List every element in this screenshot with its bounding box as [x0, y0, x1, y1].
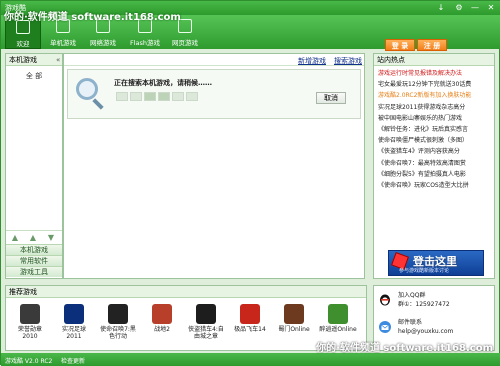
download-icon[interactable]: ↓	[435, 2, 447, 13]
progress-block	[116, 92, 128, 101]
game-item[interactable]: 侠盗猎车4:自由城之章	[186, 304, 226, 340]
game-item[interactable]: 醉逍遥Online	[318, 304, 358, 333]
news-item[interactable]: 使命召唤僵尸模式很刺激（多图）	[378, 135, 494, 146]
news-item[interactable]: 游戏酷2.0RC2新版有加入换肤功能	[378, 90, 494, 101]
cancel-button[interactable]: 取消	[316, 92, 346, 104]
news-item[interactable]: 《侠盗猎车4》评测内容获高分	[378, 146, 494, 157]
register-button[interactable]: 注 册	[417, 39, 447, 51]
category-all[interactable]: 全 部	[6, 71, 62, 81]
panel-title: 本机游戏	[9, 56, 37, 64]
news-item[interactable]: 实况足球2011获得游戏杂志高分	[378, 102, 494, 113]
game-icon	[328, 304, 348, 324]
news-item[interactable]: 游戏运行时常见报错及解决办法	[378, 68, 494, 79]
magnifier-handle	[92, 98, 104, 110]
news-list: 游戏运行时常见报错及解决办法 宅女最爱玩12分钟下完就送30话费 游戏酷2.0R…	[374, 66, 494, 191]
news-item[interactable]: 被中国电影山寨娱乐的热门游戏	[378, 113, 494, 124]
game-item[interactable]: 荣誉勋章 2010	[10, 304, 50, 340]
progress-block	[172, 92, 184, 101]
qq-group-number: 群①：125927472	[398, 301, 450, 308]
news-item[interactable]: 《使命召唤7：最高特效高清图赏	[378, 158, 494, 169]
mail-icon	[379, 321, 391, 333]
mail-address[interactable]: help@youxku.com	[398, 328, 453, 336]
watermark-bottom: 你的·软件频道 software.it168.com	[316, 343, 493, 354]
game-item[interactable]: 使命召唤7:黑色行动	[98, 304, 138, 340]
game-icon	[196, 304, 216, 324]
collapse-icon[interactable]: «	[56, 54, 60, 66]
game-icon	[152, 304, 172, 324]
tab-local-games[interactable]: 本机游戏	[6, 244, 62, 255]
scroll-down-icon[interactable]: ▼	[42, 231, 60, 245]
qq-penguin-icon	[380, 294, 390, 306]
add-game-link[interactable]: 新增游戏	[298, 56, 326, 66]
progress-block	[144, 92, 156, 101]
qq-group-title[interactable]: 加入QQ群	[398, 292, 425, 300]
game-item[interactable]: 极品飞车14	[230, 304, 270, 333]
progress-bar	[116, 92, 266, 101]
progress-block	[130, 92, 142, 101]
watermark-top: 你的·软件频道 software.it168.com	[4, 12, 181, 23]
game-icon	[108, 304, 128, 324]
magnifier-icon	[76, 78, 98, 100]
game-icon	[64, 304, 84, 324]
main-content: 新增游戏 搜索游戏 正在搜索本机游戏，请稍候…… 取消	[63, 53, 365, 279]
scroll-arrows: ▲ ▲ ▼	[6, 230, 62, 244]
scroll-top-icon[interactable]: ▲	[6, 231, 24, 245]
tab-game-tools[interactable]: 游戏工具	[6, 266, 62, 277]
recommended-header: 推荐游戏	[6, 286, 366, 298]
local-games-panel: 本机游戏 « 全 部 ▲ ▲ ▼ 本机游戏 常用软件 游戏工具	[5, 53, 63, 279]
scroll-up-icon[interactable]: ▲	[24, 231, 42, 245]
progress-block	[158, 92, 170, 101]
game-item[interactable]: 蜀门Online	[274, 304, 314, 333]
news-item[interactable]: 《使命召唤》玩家COS造型大比拼	[378, 180, 494, 191]
news-item[interactable]: 宅女最爱玩12分钟下完就送30话费	[378, 79, 494, 90]
news-item[interactable]: 《细胞分裂5》有望拍摄真人电影	[378, 169, 494, 180]
close-button[interactable]: ✕	[485, 2, 497, 13]
login-button[interactable]: 登 录	[385, 39, 415, 51]
search-progress-dialog: 正在搜索本机游戏，请稍候…… 取消	[67, 69, 361, 119]
minimize-button[interactable]: —	[469, 2, 481, 13]
game-icon	[240, 304, 260, 324]
game-item[interactable]: 战地2	[142, 304, 182, 333]
hot-news-panel: 站内热点 游戏运行时常见报错及解决办法 宅女最爱玩12分钟下完就送30话费 游戏…	[373, 53, 495, 279]
check-update-link[interactable]: 检查更新	[61, 356, 85, 365]
search-game-link[interactable]: 搜索游戏	[334, 56, 362, 66]
settings-icon[interactable]: ⚙	[453, 2, 465, 13]
tab-common-software[interactable]: 常用软件	[6, 255, 62, 266]
status-bar: 游戏酷 V2.0 RC2 检查更新	[1, 353, 500, 366]
game-icon	[284, 304, 304, 324]
content-links: 新增游戏 搜索游戏	[64, 54, 364, 66]
progress-block	[186, 92, 198, 101]
version-label: 游戏酷 V2.0 RC2	[5, 358, 53, 365]
loading-message: 正在搜索本机游戏，请稍候……	[114, 79, 212, 87]
news-header: 站内热点	[374, 54, 494, 66]
banner-subtitle: 参与游戏酷新版本讨论	[399, 268, 450, 274]
recommended-games: 推荐游戏 荣誉勋章 2010 实况足球 2011 使命召唤7:黑色行动 战地2 …	[5, 285, 367, 351]
game-item[interactable]: 实况足球 2011	[54, 304, 94, 340]
panel-header: 本机游戏 «	[6, 54, 62, 66]
app-window: 游戏酷 ↓ ⚙ — ✕ 欢迎 单机游戏 网络游戏 Flash游戏 网页游戏 登 …	[0, 0, 500, 366]
forum-banner[interactable]: 登击这里 参与游戏酷新版本讨论	[388, 250, 484, 276]
game-icon	[20, 304, 40, 324]
mail-title: 邮件联系	[398, 319, 423, 326]
news-item[interactable]: 《解铃任务：进化》玩后真实感言	[378, 124, 494, 135]
